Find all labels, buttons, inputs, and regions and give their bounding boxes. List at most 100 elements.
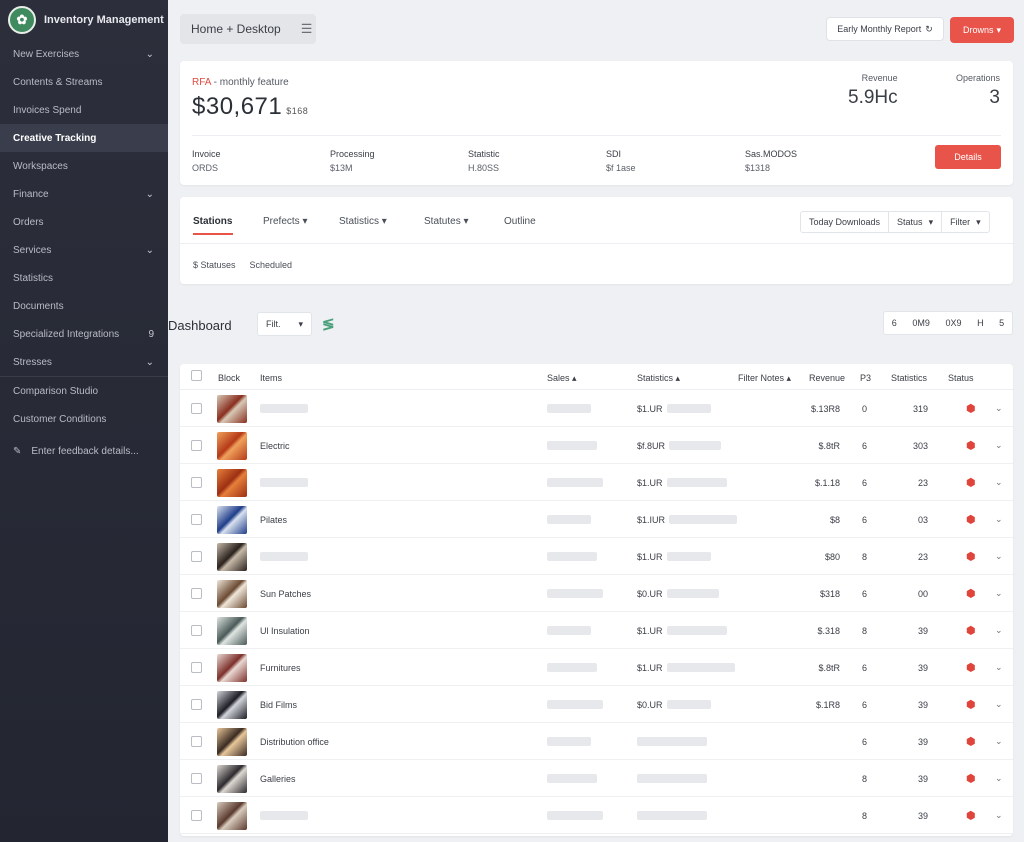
col-status[interactable]: Status bbox=[948, 373, 974, 383]
row-checkbox[interactable] bbox=[191, 390, 202, 427]
tab-item[interactable]: Outline bbox=[504, 216, 536, 227]
location-pin-icon[interactable]: ⬢ bbox=[966, 760, 976, 797]
row-checkbox[interactable] bbox=[191, 575, 202, 612]
sidebar-item[interactable]: Creative Tracking bbox=[0, 124, 168, 152]
row-menu-icon[interactable]: ⌄ bbox=[995, 501, 1003, 538]
col-statistics[interactable]: Statistics ▴ bbox=[637, 373, 680, 384]
row-name bbox=[260, 390, 308, 427]
sidebar-item[interactable]: Invoices Spend bbox=[0, 96, 168, 124]
report-link-button[interactable]: Early Monthly Report ↻ bbox=[826, 17, 944, 41]
row-checkbox[interactable] bbox=[191, 464, 202, 501]
table-row[interactable]: Distribution office 6 39 ⬢ ⌄ bbox=[180, 723, 1013, 760]
pager-item[interactable]: 6 bbox=[892, 318, 897, 328]
location-pin-icon[interactable]: ⬢ bbox=[966, 649, 976, 686]
filter-downloads[interactable]: Today Downloads bbox=[801, 212, 890, 232]
sub-filter-scheduled[interactable]: Scheduled bbox=[250, 260, 293, 270]
tab-item[interactable]: Statistics ▾ bbox=[339, 216, 387, 227]
sidebar-footer-item[interactable]: Comparison Studio bbox=[0, 377, 168, 405]
pager-item[interactable]: 0X9 bbox=[945, 318, 961, 328]
pager-item[interactable]: H bbox=[977, 318, 984, 328]
pager-item[interactable]: 5 bbox=[999, 318, 1004, 328]
row-menu-icon[interactable]: ⌄ bbox=[995, 464, 1003, 501]
sidebar-item[interactable]: New Exercises ⌄ bbox=[0, 40, 168, 68]
table-row[interactable]: Pilates $1.IUR $8 6 03 ⬢ ⌄ bbox=[180, 501, 1013, 538]
row-checkbox[interactable] bbox=[191, 538, 202, 575]
row-checkbox[interactable] bbox=[191, 723, 202, 760]
filter-status[interactable]: Status ▾ bbox=[889, 212, 943, 232]
row-checkbox[interactable] bbox=[191, 797, 202, 834]
location-pin-icon[interactable]: ⬢ bbox=[966, 501, 976, 538]
table-row[interactable]: $1.UR $.13R8 0 319 ⬢ ⌄ bbox=[180, 390, 1013, 427]
sub-filter-statuses[interactable]: $ Statuses bbox=[193, 260, 236, 270]
table-row[interactable]: $1.UR $80 8 23 ⬢ ⌄ bbox=[180, 538, 1013, 575]
location-pin-icon[interactable]: ⬢ bbox=[966, 575, 976, 612]
table-row[interactable]: Ul Insulation $1.UR $.318 8 39 ⬢ ⌄ bbox=[180, 612, 1013, 649]
sidebar-item[interactable]: Specialized Integrations 9 bbox=[0, 320, 168, 348]
col-items[interactable]: Items bbox=[260, 373, 282, 383]
chevron-down-icon: ▾ bbox=[460, 216, 469, 227]
table-row[interactable]: Electric $f.8UR $.8tR 6 303 ⬢ ⌄ bbox=[180, 427, 1013, 464]
sidebar-item[interactable]: Statistics bbox=[0, 264, 168, 292]
sidebar-item[interactable]: Orders bbox=[0, 208, 168, 236]
dropdown-action-button[interactable]: Drowns ▾ bbox=[950, 17, 1014, 43]
sidebar-footer-item[interactable]: Customer Conditions bbox=[0, 405, 168, 433]
location-pin-icon[interactable]: ⬢ bbox=[966, 427, 976, 464]
col-sales[interactable]: Sales ▴ bbox=[547, 373, 577, 384]
row-menu-icon[interactable]: ⌄ bbox=[995, 390, 1003, 427]
col-block[interactable]: Block bbox=[218, 373, 240, 383]
location-pin-icon[interactable]: ⬢ bbox=[966, 797, 976, 834]
sort-icon[interactable]: ≶ bbox=[322, 315, 335, 333]
col-filter-notes[interactable]: Filter Notes ▴ bbox=[738, 373, 791, 384]
brand[interactable]: ✿ Inventory Management bbox=[0, 0, 168, 40]
tab-item[interactable]: Statutes ▾ bbox=[424, 216, 469, 227]
table-row[interactable]: Furnitures $1.UR $.8tR 6 39 ⬢ ⌄ bbox=[180, 649, 1013, 686]
row-menu-icon[interactable]: ⌄ bbox=[995, 760, 1003, 797]
tab-item[interactable]: Prefects ▾ bbox=[263, 216, 308, 227]
select-all-checkbox[interactable] bbox=[191, 370, 202, 381]
filter-filter[interactable]: Filter ▾ bbox=[942, 212, 989, 232]
table-row[interactable]: 8 39 ⬢ ⌄ bbox=[180, 797, 1013, 834]
table-row[interactable]: Galleries 8 39 ⬢ ⌄ bbox=[180, 760, 1013, 797]
row-menu-icon[interactable]: ⌄ bbox=[995, 427, 1003, 464]
row-menu-icon[interactable]: ⌄ bbox=[995, 723, 1003, 760]
location-pin-icon[interactable]: ⬢ bbox=[966, 538, 976, 575]
row-thumbnail bbox=[217, 723, 247, 760]
sidebar-item[interactable]: Services ⌄ bbox=[0, 236, 168, 264]
table-row[interactable]: Sun Patches $0.UR $318 6 00 ⬢ ⌄ bbox=[180, 575, 1013, 612]
section-select[interactable]: Filt. ▾ bbox=[257, 312, 312, 336]
menu-icon[interactable]: ☰ bbox=[301, 21, 313, 37]
row-menu-icon[interactable]: ⌄ bbox=[995, 575, 1003, 612]
table-row[interactable]: $1.UR $.1.18 6 23 ⬢ ⌄ bbox=[180, 464, 1013, 501]
sidebar-item[interactable]: Finance ⌄ bbox=[0, 180, 168, 208]
sidebar-item[interactable]: Workspaces bbox=[0, 152, 168, 180]
sidebar-item[interactable]: Contents & Streams bbox=[0, 68, 168, 96]
col-p3[interactable]: P3 bbox=[860, 373, 871, 383]
details-button[interactable]: Details bbox=[935, 145, 1001, 169]
row-menu-icon[interactable]: ⌄ bbox=[995, 686, 1003, 723]
col-statistics-2[interactable]: Statistics bbox=[891, 373, 927, 383]
row-menu-icon[interactable]: ⌄ bbox=[995, 538, 1003, 575]
location-pin-icon[interactable]: ⬢ bbox=[966, 612, 976, 649]
pager-item[interactable]: 0M9 bbox=[912, 318, 930, 328]
sidebar-item[interactable]: Documents bbox=[0, 292, 168, 320]
breadcrumb[interactable]: Home + Desktop ☰ bbox=[180, 14, 316, 44]
row-checkbox[interactable] bbox=[191, 760, 202, 797]
feedback-link[interactable]: ✎ Enter feedback details... bbox=[0, 437, 168, 465]
location-pin-icon[interactable]: ⬢ bbox=[966, 723, 976, 760]
row-checkbox[interactable] bbox=[191, 501, 202, 538]
col-revenue[interactable]: Revenue bbox=[809, 373, 845, 383]
tab-item[interactable]: Stations bbox=[193, 216, 232, 227]
row-menu-icon[interactable]: ⌄ bbox=[995, 612, 1003, 649]
row-menu-icon[interactable]: ⌄ bbox=[995, 797, 1003, 834]
location-pin-icon[interactable]: ⬢ bbox=[966, 464, 976, 501]
sidebar-item[interactable]: Stresses ⌄ bbox=[0, 348, 168, 376]
row-checkbox[interactable] bbox=[191, 649, 202, 686]
row-menu-icon[interactable]: ⌄ bbox=[995, 649, 1003, 686]
location-pin-icon[interactable]: ⬢ bbox=[966, 686, 976, 723]
table-row[interactable]: Bid Films $0.UR $.1R8 6 39 ⬢ ⌄ bbox=[180, 686, 1013, 723]
row-checkbox[interactable] bbox=[191, 612, 202, 649]
row-checkbox[interactable] bbox=[191, 686, 202, 723]
row-checkbox[interactable] bbox=[191, 427, 202, 464]
sidebar-item-label: Documents bbox=[13, 300, 64, 312]
location-pin-icon[interactable]: ⬢ bbox=[966, 390, 976, 427]
